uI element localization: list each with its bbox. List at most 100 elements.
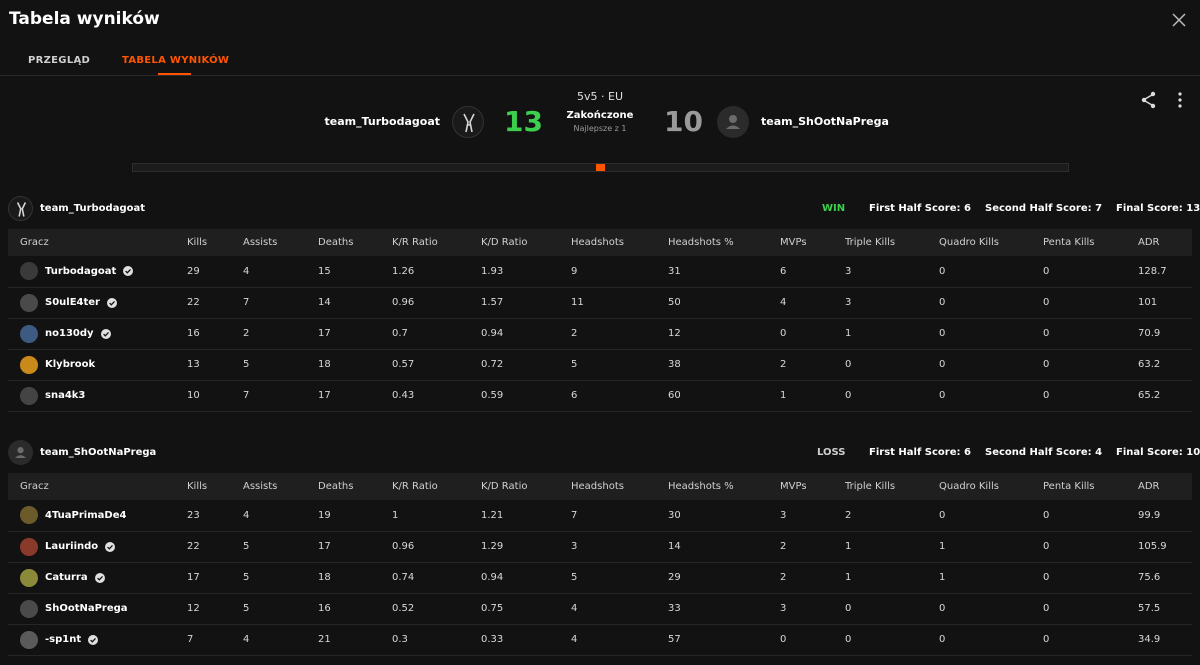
- stat-cell: 0.33: [481, 634, 504, 645]
- column-header[interactable]: Kills: [187, 229, 243, 256]
- match-mode: 5v5 · EU: [577, 90, 623, 103]
- column-header[interactable]: Headshots %: [668, 229, 780, 256]
- stat-cell: 9: [571, 265, 578, 277]
- player-name[interactable]: Caturra: [45, 572, 88, 583]
- share-icon[interactable]: [1139, 90, 1159, 110]
- column-header[interactable]: Quadro Kills: [939, 473, 1043, 500]
- team1-table-name[interactable]: team_Turbodagoat: [40, 203, 145, 214]
- team1-avatar[interactable]: [452, 106, 484, 138]
- column-header[interactable]: Deaths: [318, 473, 392, 500]
- player-name[interactable]: Turbodagoat: [45, 266, 116, 277]
- tab-scoreboard[interactable]: TABELA WYNIKÓW: [122, 55, 230, 75]
- team2-second-half: Second Half Score: 4: [985, 447, 1103, 458]
- stat-cell: 12: [187, 603, 200, 614]
- stat-cell: 18: [318, 359, 331, 370]
- close-icon[interactable]: [1170, 11, 1188, 29]
- stat-cell: 15: [318, 265, 331, 277]
- column-header[interactable]: Gracz: [8, 473, 187, 500]
- stat-cell: 7: [243, 390, 250, 401]
- player-avatar[interactable]: [20, 537, 38, 556]
- player-name[interactable]: no130dy: [45, 328, 94, 339]
- stat-cell: 2: [780, 572, 787, 583]
- player-name[interactable]: sna4k3: [45, 390, 85, 401]
- stat-cell: 5: [571, 359, 578, 370]
- stat-cell: 19: [318, 509, 331, 521]
- stat-cell: 2: [571, 328, 578, 339]
- stat-cell: 1.21: [481, 509, 504, 521]
- column-header[interactable]: ADR: [1138, 229, 1192, 256]
- stat-cell: 0: [1043, 603, 1050, 614]
- table-row: 4TuaPrimaDe4 23 4 19 1 1.21 7 30 3 2 0 0 99.9: [8, 500, 1192, 531]
- table-row: -sp1nt 7 4 21 0.3 0.33 4 57 0 0 0 0 34.9: [8, 624, 1192, 655]
- team2-table-name[interactable]: team_ShOotNaPrega: [40, 447, 156, 458]
- team1-small-avatar[interactable]: [8, 196, 33, 221]
- player-name[interactable]: 4TuaPrimaDe4: [45, 510, 126, 521]
- table-header-row: Gracz Kills Assists Deaths K/R Ratio K/D Rati…: [8, 229, 1192, 256]
- column-header[interactable]: Deaths: [318, 229, 392, 256]
- stat-cell: 0: [845, 634, 852, 645]
- stat-cell: 2: [845, 509, 852, 521]
- stat-cell: 63.2: [1138, 359, 1161, 370]
- player-avatar[interactable]: [20, 324, 38, 343]
- stat-cell: 38: [668, 359, 681, 370]
- tab-scoreboard-label: TABELA WYNIKÓW: [122, 55, 230, 66]
- player-avatar[interactable]: [20, 599, 38, 618]
- stat-cell: 4: [243, 509, 250, 521]
- player-avatar[interactable]: [20, 293, 38, 312]
- column-header[interactable]: Headshots: [571, 229, 668, 256]
- column-header[interactable]: Triple Kills: [845, 473, 939, 500]
- stat-cell: 0.72: [481, 359, 504, 370]
- stat-cell: 6: [780, 265, 787, 277]
- column-header[interactable]: Assists: [243, 473, 318, 500]
- stat-cell: 34.9: [1138, 634, 1161, 645]
- stat-cell: 3: [780, 603, 787, 614]
- column-header[interactable]: Kills: [187, 473, 243, 500]
- column-header[interactable]: Penta Kills: [1043, 229, 1138, 256]
- column-header[interactable]: Quadro Kills: [939, 229, 1043, 256]
- column-header[interactable]: K/R Ratio: [392, 229, 481, 256]
- team2-result: LOSS: [817, 447, 846, 458]
- player-avatar[interactable]: [20, 355, 38, 374]
- column-header[interactable]: Assists: [243, 229, 318, 256]
- column-header[interactable]: K/D Ratio: [481, 473, 571, 500]
- column-header[interactable]: Headshots %: [668, 473, 780, 500]
- player-name[interactable]: Lauriindo: [45, 541, 98, 552]
- column-header[interactable]: ADR: [1138, 473, 1192, 500]
- player-avatar[interactable]: [20, 506, 38, 525]
- player-name[interactable]: -sp1nt: [45, 634, 81, 645]
- player-cell: 4TuaPrimaDe4: [8, 500, 187, 531]
- table-row: no130dy 16 2 17 0.7 0.94 2 12 0 1 0 0 70.9: [8, 318, 1192, 349]
- stat-cell: 29: [187, 265, 200, 277]
- column-header[interactable]: Triple Kills: [845, 229, 939, 256]
- tab-overview[interactable]: PRZEGLĄD: [28, 55, 90, 66]
- stat-cell: 7: [187, 634, 194, 645]
- column-header[interactable]: K/D Ratio: [481, 229, 571, 256]
- team2-avatar[interactable]: [717, 106, 749, 138]
- player-avatar[interactable]: [20, 262, 38, 281]
- table-row: Klybrook 13 5 18 0.57 0.72 5 38 2 0 0 0 63.2: [8, 349, 1192, 380]
- player-avatar[interactable]: [20, 630, 38, 649]
- column-header[interactable]: K/R Ratio: [392, 473, 481, 500]
- column-header[interactable]: MVPs: [780, 473, 845, 500]
- column-header[interactable]: Gracz: [8, 229, 187, 256]
- stat-cell: 4: [243, 265, 250, 277]
- stat-cell: 105.9: [1138, 541, 1167, 552]
- stat-cell: 0.52: [392, 603, 415, 614]
- column-header[interactable]: Penta Kills: [1043, 473, 1138, 500]
- more-options-icon[interactable]: [1170, 90, 1190, 110]
- team2-name[interactable]: team_ShOotNaPrega: [761, 115, 889, 128]
- table-row: Lauriindo 22 5 17 0.96 1.29 3 14 2 1 1 0 105.9: [8, 531, 1192, 562]
- player-avatar[interactable]: [20, 386, 38, 405]
- player-name[interactable]: Klybrook: [45, 359, 95, 370]
- stat-cell: 4: [571, 634, 578, 645]
- player-name[interactable]: S0ulE4ter: [45, 297, 100, 308]
- column-header[interactable]: Headshots: [571, 473, 668, 500]
- player-avatar[interactable]: [20, 568, 38, 587]
- team2-small-avatar[interactable]: [8, 440, 33, 465]
- stat-cell: 13: [187, 359, 200, 370]
- match-status: Zakończone: [566, 110, 634, 121]
- round-timeline[interactable]: [132, 163, 1069, 172]
- column-header[interactable]: MVPs: [780, 229, 845, 256]
- team1-name[interactable]: team_Turbodagoat: [325, 115, 441, 128]
- player-name[interactable]: ShOotNaPrega: [45, 603, 128, 614]
